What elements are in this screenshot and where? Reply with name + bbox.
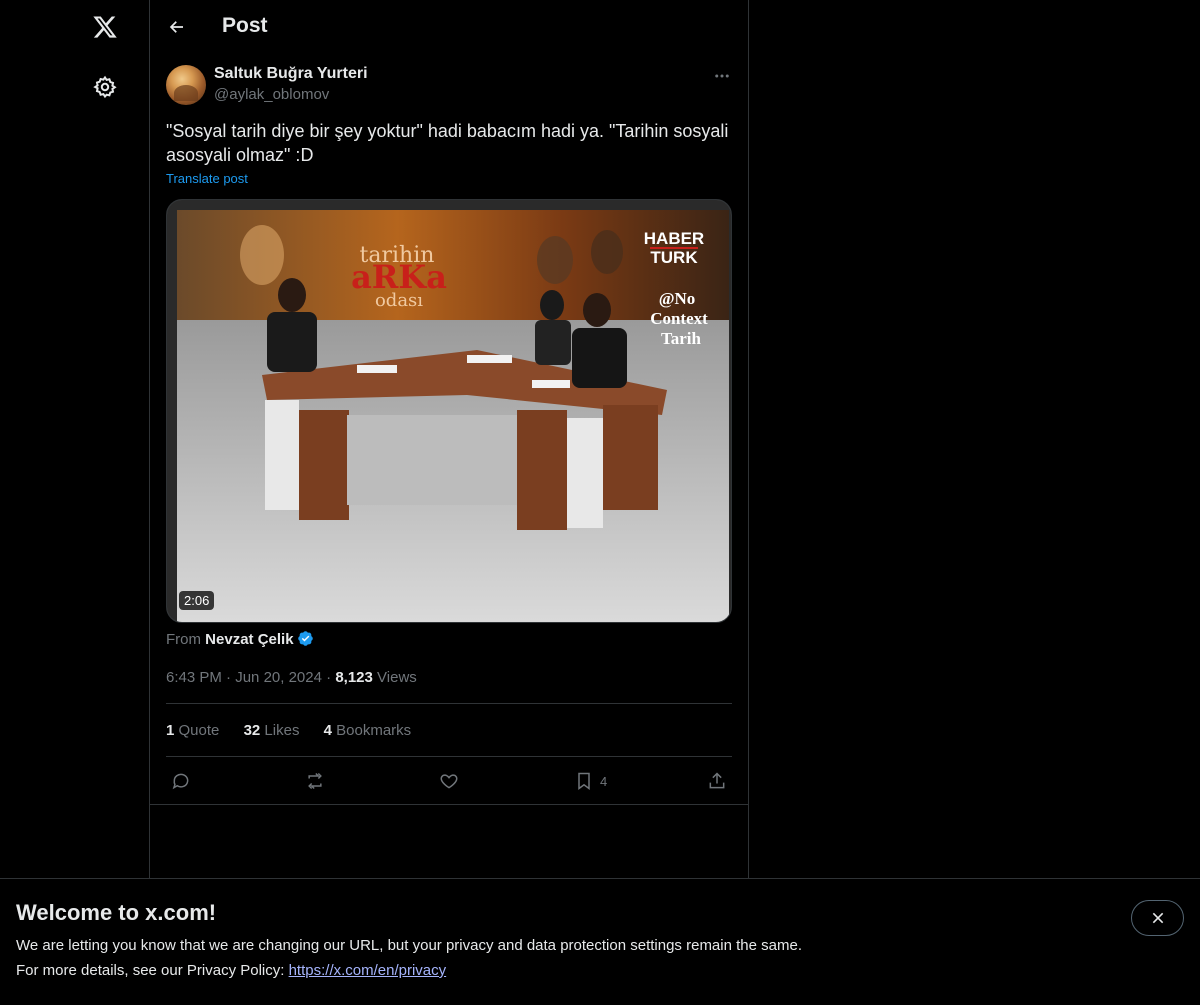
bookmark-icon bbox=[578, 772, 590, 790]
page-title: Post bbox=[222, 14, 268, 37]
channel-logo-line-2: TURK bbox=[650, 248, 698, 267]
video-overlay-title-3: odası bbox=[375, 290, 423, 311]
video-thumbnail: tarihin aRKa odası HABER TURK @No Contex… bbox=[167, 200, 731, 622]
like-button[interactable] bbox=[439, 768, 459, 794]
tweet-date[interactable]: Jun 20, 2024 bbox=[235, 669, 322, 686]
watermark-line-3: Tarih bbox=[661, 329, 702, 348]
main-column: Post Saltuk Buğra Yurteri @aylak_oblomov… bbox=[149, 0, 749, 1005]
likes-stat[interactable]: 32 Likes bbox=[244, 722, 300, 739]
watermark-line-1: @No bbox=[659, 289, 696, 308]
from-label: From bbox=[166, 631, 201, 648]
translate-post-link[interactable]: Translate post bbox=[166, 171, 248, 186]
page-header: Post bbox=[150, 0, 748, 53]
repost-icon bbox=[308, 772, 322, 790]
reply-icon bbox=[172, 773, 189, 790]
heart-icon bbox=[440, 774, 458, 789]
page: Post Saltuk Buğra Yurteri @aylak_oblomov… bbox=[0, 0, 1200, 1005]
avatar[interactable] bbox=[166, 65, 206, 105]
banner-title: Welcome to x.com! bbox=[16, 900, 217, 925]
x-logo-icon[interactable] bbox=[89, 11, 121, 43]
tweet-text: "Sosyal tarih diye bir şey yoktur" hadi … bbox=[166, 121, 729, 165]
bookmark-count: 4 bbox=[600, 773, 608, 789]
divider bbox=[166, 756, 732, 757]
share-button[interactable] bbox=[707, 768, 727, 794]
views-label: Views bbox=[377, 669, 417, 686]
banner-privacy-text: For more details, see our Privacy Policy… bbox=[16, 962, 447, 979]
share-icon bbox=[709, 772, 725, 789]
bookmarks-stat[interactable]: 4 Bookmarks bbox=[324, 722, 412, 739]
watermark-line-2: Context bbox=[650, 309, 708, 328]
author-handle[interactable]: @aylak_oblomov bbox=[214, 86, 329, 103]
verified-badge-icon bbox=[297, 630, 314, 651]
tweet-time[interactable]: 6:43 PM bbox=[166, 669, 222, 686]
close-banner-button[interactable] bbox=[1131, 900, 1184, 936]
left-nav bbox=[0, 0, 149, 1005]
divider bbox=[150, 804, 748, 805]
gear-icon[interactable] bbox=[91, 73, 119, 101]
bookmark-button[interactable]: 4 bbox=[574, 768, 607, 794]
reply-button[interactable] bbox=[171, 768, 191, 794]
repost-button[interactable] bbox=[304, 768, 326, 794]
video-duration: 2:06 bbox=[179, 591, 215, 610]
video-source: From Nevzat Çelik bbox=[166, 630, 314, 651]
quotes-stat[interactable]: 1 Quote bbox=[166, 722, 219, 739]
more-options-icon[interactable] bbox=[710, 64, 734, 88]
back-arrow-icon[interactable] bbox=[164, 14, 190, 40]
privacy-policy-link[interactable]: https://x.com/en/privacy bbox=[289, 962, 447, 979]
views-count: 8,123 bbox=[335, 669, 373, 686]
source-name[interactable]: Nevzat Çelik bbox=[205, 631, 293, 648]
banner-text: We are letting you know that we are chan… bbox=[16, 937, 802, 954]
divider bbox=[166, 703, 732, 704]
author-name[interactable]: Saltuk Buğra Yurteri bbox=[214, 65, 368, 83]
channel-logo-line-1: HABER bbox=[644, 229, 704, 248]
close-icon bbox=[1152, 912, 1163, 924]
action-bar: 4 bbox=[166, 768, 732, 794]
tweet-stats: 1 Quote 32 Likes 4 Bookmarks bbox=[166, 722, 431, 739]
video-player[interactable]: tarihin aRKa odası HABER TURK @No Contex… bbox=[166, 199, 732, 623]
welcome-banner: Welcome to x.com! We are letting you kno… bbox=[0, 878, 1200, 1005]
tweet-meta: 6:43 PM · Jun 20, 2024 · 8,123 Views bbox=[166, 669, 417, 686]
